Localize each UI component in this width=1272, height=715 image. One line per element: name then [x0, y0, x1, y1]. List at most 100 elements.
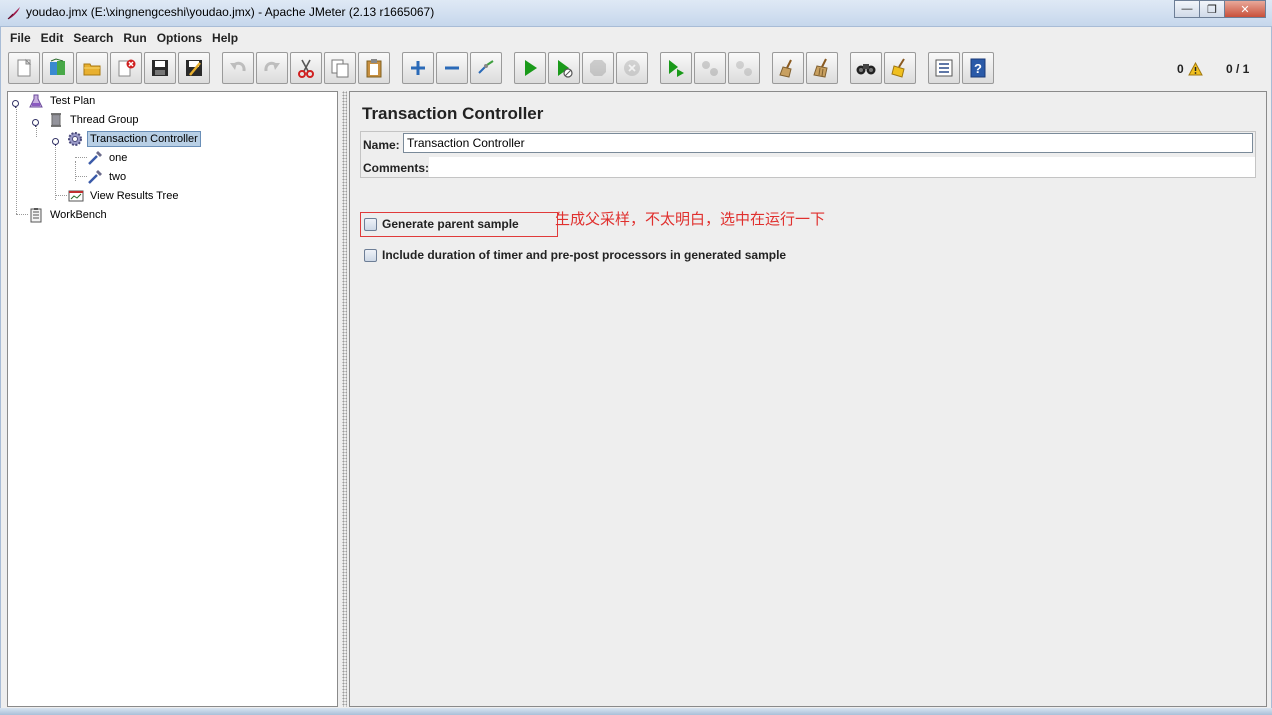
reset-search-button[interactable]: [884, 52, 916, 84]
open-button[interactable]: [76, 52, 108, 84]
menu-help[interactable]: Help: [207, 31, 243, 45]
paste-button[interactable]: [358, 52, 390, 84]
remote-start-all-button[interactable]: [660, 52, 692, 84]
scissors-icon: [298, 59, 314, 78]
save-icon: [152, 60, 168, 76]
jmeter-feather-icon: [7, 7, 20, 20]
binoculars-icon: [856, 64, 876, 75]
collapse-all-button[interactable]: [436, 52, 468, 84]
reset-search-icon: [891, 58, 905, 78]
include-duration-checkbox[interactable]: Include duration of timer and pre-post p…: [364, 248, 786, 262]
close-file-button[interactable]: [110, 52, 142, 84]
remote-stop-icon: [702, 61, 718, 76]
new-button[interactable]: [8, 52, 40, 84]
tree-node-thread-group[interactable]: Thread Group: [48, 111, 140, 129]
tree-label: one: [109, 152, 128, 164]
undo-button[interactable]: [222, 52, 254, 84]
remote-start-icon: [669, 60, 684, 77]
split-pane-divider[interactable]: [342, 91, 347, 707]
svg-text:?: ?: [974, 61, 982, 76]
title-bar: youdao.jmx (E:\xingnengceshi\youdao.jmx)…: [0, 0, 1272, 27]
panel-title: Transaction Controller: [362, 104, 544, 123]
menu-bar: File Edit Search Run Options Help: [1, 27, 1271, 48]
pipette-icon: [88, 170, 102, 184]
start-no-pauses-button[interactable]: [548, 52, 580, 84]
folder-open-icon: [83, 63, 101, 76]
warning-count: 0: [1177, 62, 1184, 76]
function-helper-button[interactable]: [928, 52, 960, 84]
search-button[interactable]: [850, 52, 882, 84]
main-window: File Edit Search Run Options Help ? 0 0 …: [0, 27, 1272, 715]
warning-indicator[interactable]: 0: [1177, 62, 1203, 76]
checkbox-label: Include duration of timer and pre-post p…: [382, 248, 787, 262]
collapse-knob-icon[interactable]: [11, 99, 20, 108]
toolbar: ? 0 0 / 1: [1, 50, 1271, 90]
remote-shutdown-all-button[interactable]: [728, 52, 760, 84]
menu-edit[interactable]: Edit: [36, 31, 69, 45]
tree-label: Transaction Controller: [87, 131, 201, 147]
tree-node-view-results-tree[interactable]: View Results Tree: [68, 187, 180, 205]
stop-button[interactable]: [582, 52, 614, 84]
window-title: youdao.jmx (E:\xingnengceshi\youdao.jmx)…: [26, 5, 435, 19]
shutdown-icon: [624, 60, 640, 76]
thread-count: 0 / 1: [1226, 62, 1250, 76]
save-as-icon: [186, 60, 202, 76]
clear-all-icon: [813, 58, 828, 78]
remote-stop-all-button[interactable]: [694, 52, 726, 84]
play-no-timers-icon: [558, 60, 573, 78]
checkbox-box[interactable]: [364, 248, 377, 262]
expand-all-button[interactable]: [402, 52, 434, 84]
tree-label: Test Plan: [50, 95, 96, 107]
checkbox-box[interactable]: [364, 217, 377, 231]
tree-node-sampler-two[interactable]: two: [87, 168, 128, 186]
tree-label: WorkBench: [50, 209, 107, 221]
stop-icon: [590, 60, 606, 76]
menu-options[interactable]: Options: [152, 31, 207, 45]
comments-input[interactable]: [429, 157, 1255, 177]
templates-icon: [50, 58, 65, 75]
maximize-button[interactable]: ❐: [1199, 0, 1225, 18]
undo-icon: [230, 61, 246, 72]
redo-button[interactable]: [256, 52, 288, 84]
clear-button[interactable]: [772, 52, 804, 84]
tree-node-transaction-controller[interactable]: Transaction Controller: [67, 130, 201, 148]
gear-icon: [68, 132, 82, 146]
warning-icon: [1187, 62, 1203, 76]
templates-button[interactable]: [42, 52, 74, 84]
flask-icon: [29, 94, 43, 108]
pipette-icon: [88, 151, 102, 165]
collapse-knob-icon[interactable]: [51, 137, 60, 146]
name-input[interactable]: [403, 133, 1253, 153]
play-icon: [525, 60, 537, 76]
menu-file[interactable]: File: [5, 31, 36, 45]
collapse-knob-icon[interactable]: [31, 118, 40, 127]
toggle-button[interactable]: [470, 52, 502, 84]
minimize-button[interactable]: —: [1174, 0, 1200, 18]
tree-node-workbench[interactable]: WorkBench: [28, 206, 109, 224]
spool-icon: [51, 113, 61, 127]
comments-label: Comments:: [363, 161, 430, 175]
clipboard-icon: [30, 208, 42, 223]
save-as-button[interactable]: [178, 52, 210, 84]
save-button[interactable]: [144, 52, 176, 84]
taskbar-edge: [0, 708, 1272, 715]
copy-button[interactable]: [324, 52, 356, 84]
tree-node-sampler-one[interactable]: one: [87, 149, 129, 167]
generate-parent-sample-checkbox[interactable]: Generate parent sample: [364, 217, 519, 231]
start-button[interactable]: [514, 52, 546, 84]
tree-node-test-plan[interactable]: Test Plan: [28, 92, 97, 110]
list-icon: [935, 59, 953, 77]
paste-icon: [366, 59, 382, 78]
redo-icon: [264, 61, 280, 72]
close-window-button[interactable]: ✕: [1224, 0, 1266, 18]
shutdown-button[interactable]: [616, 52, 648, 84]
tree-label: Thread Group: [70, 114, 139, 126]
clear-all-button[interactable]: [806, 52, 838, 84]
menu-search[interactable]: Search: [68, 31, 118, 45]
checkbox-label: Generate parent sample: [382, 217, 519, 231]
help-button[interactable]: ?: [962, 52, 994, 84]
copy-icon: [331, 59, 349, 78]
help-icon: ?: [970, 58, 986, 78]
cut-button[interactable]: [290, 52, 322, 84]
menu-run[interactable]: Run: [118, 31, 151, 45]
